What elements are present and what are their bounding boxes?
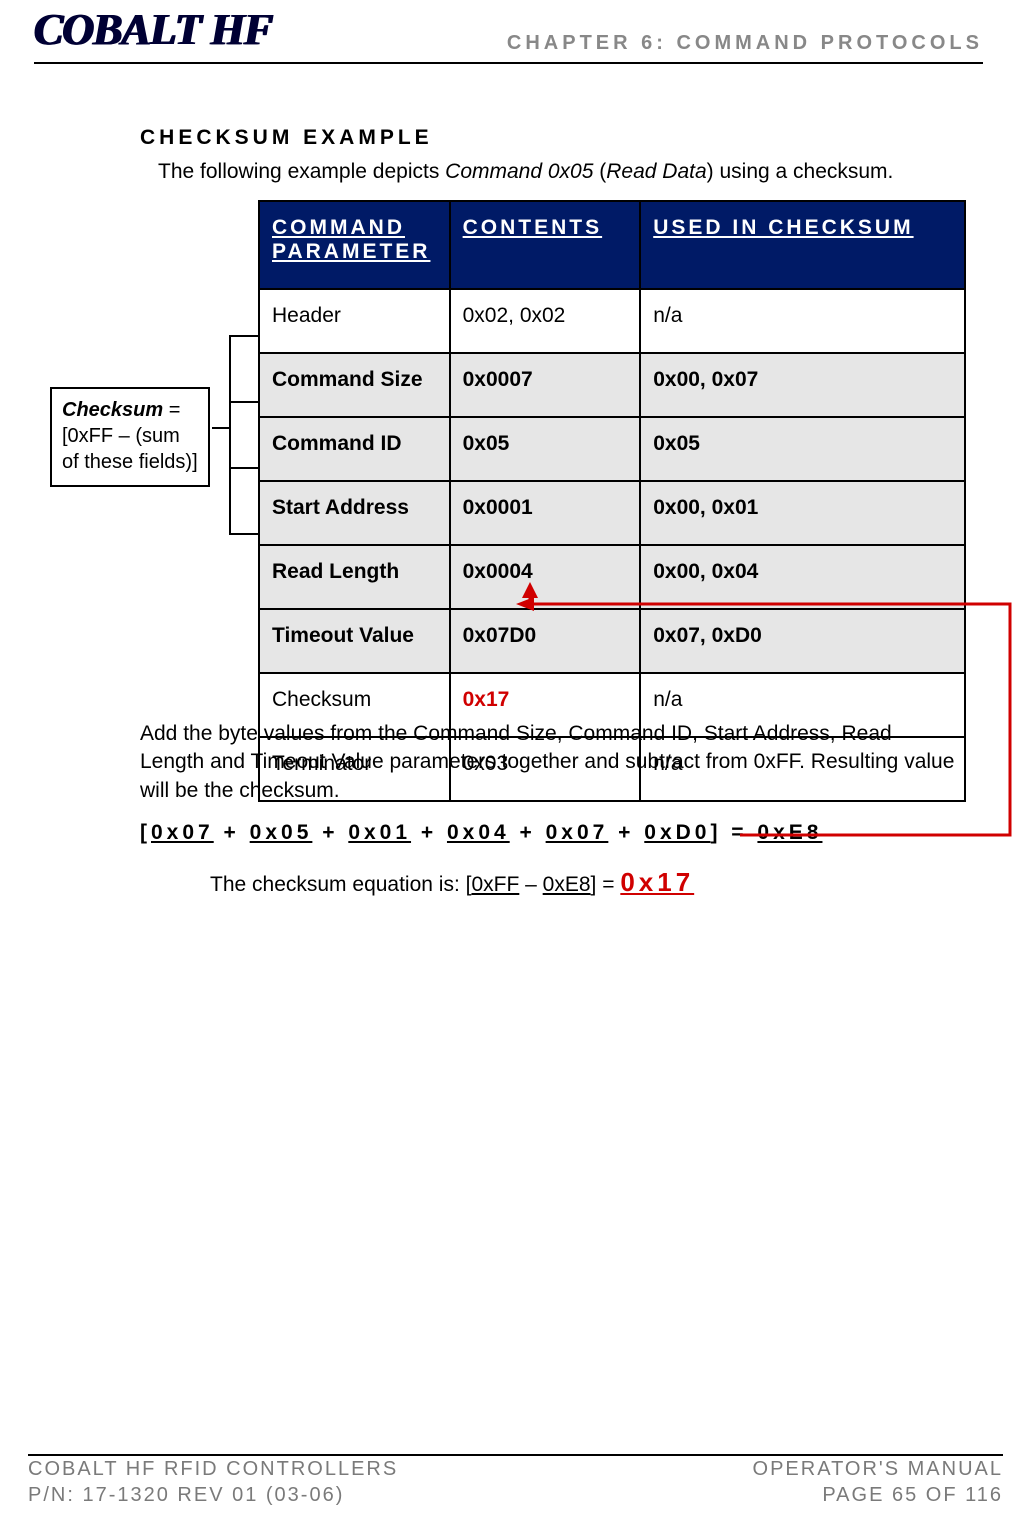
cell-parameter: Timeout Value [259, 609, 450, 673]
intro-text: The following example depicts Command 0x… [158, 158, 957, 186]
eq-token: 0xD0 [644, 821, 710, 844]
intro-cmd: Command 0x05 [445, 160, 593, 183]
eq-token: 0x07 [151, 821, 214, 844]
footer-right-2: PAGE 65 OF 116 [822, 1484, 1003, 1506]
cell-parameter: Start Address [259, 481, 450, 545]
eq-token: 0x04 [447, 821, 510, 844]
eq-token: 0x07 [546, 821, 609, 844]
th-used: USED IN CHECKSUM [640, 201, 965, 289]
eq2-result: 0x17 [620, 867, 694, 897]
cell-parameter: Header [259, 289, 450, 353]
cell-used: 0x05 [640, 417, 965, 481]
cell-contents: 0x0001 [450, 481, 641, 545]
cell-parameter: Command ID [259, 417, 450, 481]
eq2-a: 0xFF [471, 873, 519, 896]
table-row: Start Address0x00010x00, 0x01 [259, 481, 965, 545]
cell-used: 0x00, 0x01 [640, 481, 965, 545]
intro-prefix: The following example depicts [158, 160, 445, 183]
section-heading: CHECKSUM EXAMPLE [140, 126, 957, 150]
intro-suffix: ) using a checksum. [707, 160, 894, 183]
table-row: Timeout Value0x07D00x07, 0xD0 [259, 609, 965, 673]
table-row: Read Length0x00040x00, 0x04 [259, 545, 965, 609]
chapter-title: CHAPTER 6: COMMAND PROTOCOLS [507, 32, 983, 55]
eq-sep: ] = [710, 821, 757, 844]
eq-token: 0x01 [348, 821, 411, 844]
eq2-suffix: ] = [591, 873, 621, 896]
eq-sep: + [510, 821, 546, 844]
logo: COBALT HF [34, 4, 272, 55]
header-rule [34, 62, 983, 64]
eq-sep: + [411, 821, 447, 844]
footer-right-1: OPERATOR'S MANUAL [753, 1458, 1003, 1480]
sum-equation: [0x07 + 0x05 + 0x01 + 0x04 + 0x07 + 0xD0… [140, 819, 957, 847]
eq-sep: + [312, 821, 348, 844]
cell-parameter: Command Size [259, 353, 450, 417]
table-row: Command Size0x00070x00, 0x07 [259, 353, 965, 417]
eq-sep: + [214, 821, 250, 844]
th-contents: CONTENTS [450, 201, 641, 289]
command-table: COMMAND PARAMETER CONTENTS USED IN CHECK… [258, 200, 966, 802]
table-row: Command ID0x050x05 [259, 417, 965, 481]
cell-contents: 0x02, 0x02 [450, 289, 641, 353]
eq-token: 0x05 [250, 821, 313, 844]
cell-used: 0x00, 0x04 [640, 545, 965, 609]
cell-contents: 0x0004 [450, 545, 641, 609]
table-row: Header0x02, 0x02n/a [259, 289, 965, 353]
eq-sep: + [608, 821, 644, 844]
table-header-row: COMMAND PARAMETER CONTENTS USED IN CHECK… [259, 201, 965, 289]
explanation-para: Add the byte values from the Command Siz… [140, 720, 957, 805]
footer-right: OPERATOR'S MANUAL PAGE 65 OF 116 [753, 1456, 1003, 1508]
cell-contents: 0x07D0 [450, 609, 641, 673]
th-parameter: COMMAND PARAMETER [259, 201, 450, 289]
cell-contents: 0x05 [450, 417, 641, 481]
eq-sep: [ [140, 821, 151, 844]
checksum-equation: The checksum equation is: [0xFF – 0xE8] … [210, 865, 957, 900]
callout-em: Checksum [62, 399, 163, 421]
cell-used: n/a [640, 289, 965, 353]
eq-token: 0xE8 [757, 821, 822, 844]
cell-used: 0x00, 0x07 [640, 353, 965, 417]
cell-contents: 0x0007 [450, 353, 641, 417]
intro-paren: ( [593, 160, 606, 183]
footer-left: COBALT HF RFID CONTROLLERS P/N: 17-1320 … [28, 1456, 398, 1508]
footer-left-1: COBALT HF RFID CONTROLLERS [28, 1458, 398, 1480]
footer-left-2: P/N: 17-1320 REV 01 (03-06) [28, 1484, 344, 1506]
checksum-callout: Checksum = [0xFF – (sum of these fields)… [50, 387, 210, 487]
eq2-prefix: The checksum equation is: [ [210, 873, 471, 896]
cell-used: 0x07, 0xD0 [640, 609, 965, 673]
intro-read: Read Data [606, 160, 706, 183]
cell-parameter: Read Length [259, 545, 450, 609]
eq2-mid: – [519, 873, 542, 896]
eq2-b: 0xE8 [543, 873, 591, 896]
